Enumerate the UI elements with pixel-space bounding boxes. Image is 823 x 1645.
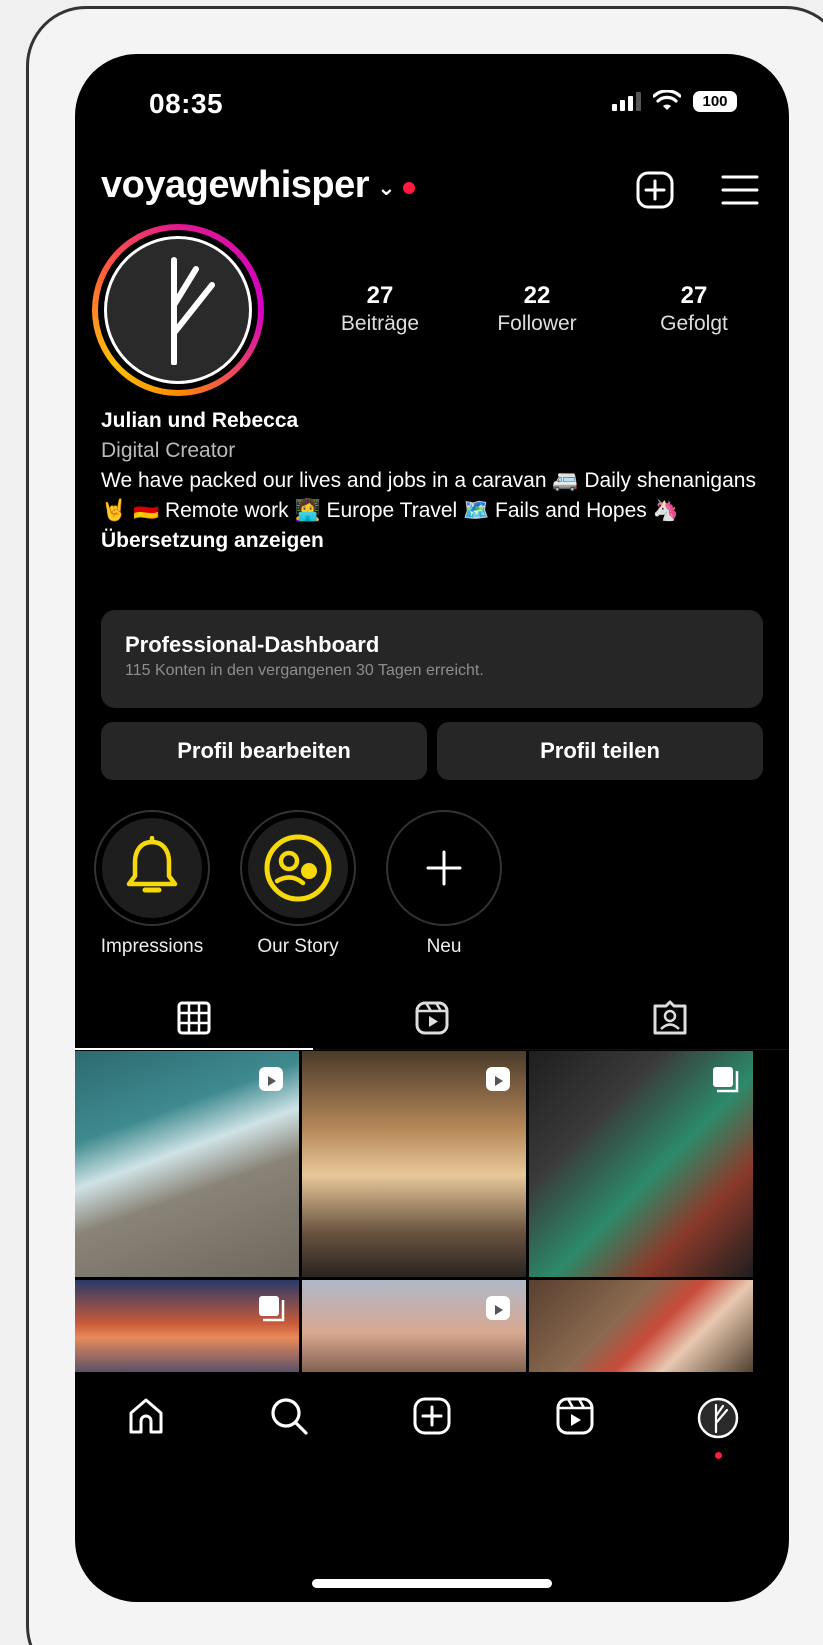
dashboard-title: Professional-Dashboard: [125, 632, 380, 657]
tab-tagged[interactable]: [551, 994, 789, 1050]
share-profile-button[interactable]: Profil teilen: [437, 722, 763, 780]
tab-posts[interactable]: [75, 994, 313, 1050]
professional-dashboard[interactable]: Professional-Dashboard 115 Konten in den…: [101, 610, 763, 708]
stat-label: Follower: [497, 312, 577, 335]
profile-avatar[interactable]: [92, 224, 264, 396]
stat-label: Gefolgt: [660, 312, 728, 335]
tab-reels[interactable]: [313, 994, 551, 1050]
profile-bio: Julian und Rebecca Digital Creator We ha…: [101, 406, 765, 556]
bottom-nav: [75, 1372, 789, 1472]
notification-dot: [403, 181, 415, 194]
rune-logo-icon: [171, 257, 215, 365]
stat-label: Beiträge: [340, 312, 420, 335]
post-thumbnail[interactable]: [302, 1051, 526, 1277]
phone-screen: 08:35 100 voyagewhisper ⌄ 27 Beiträge 22…: [75, 54, 789, 1602]
reels-icon: [556, 1397, 594, 1435]
post-thumbnail[interactable]: [529, 1051, 753, 1277]
reels-icon: [415, 1001, 449, 1035]
stat-posts[interactable]: 27 Beiträge: [315, 282, 445, 336]
plus-icon: [426, 850, 462, 886]
status-time: 08:35: [149, 88, 224, 119]
posts-grid: [75, 1051, 789, 1376]
highlight-label: Impressions: [100, 936, 204, 957]
signal-icon: [612, 91, 641, 111]
username: voyagewhisper: [101, 164, 370, 206]
face-icon: [264, 834, 332, 902]
highlight-impressions[interactable]: Impressions: [93, 810, 211, 958]
profile-stats: 27 Beiträge 22 Follower 27 Gefolgt: [315, 282, 759, 336]
translate-link[interactable]: Übersetzung anzeigen: [101, 526, 765, 556]
highlight-label: Our Story: [257, 936, 339, 957]
reel-badge-icon: [486, 1067, 510, 1091]
wifi-icon: [653, 90, 681, 110]
account-switcher[interactable]: voyagewhisper ⌄: [101, 164, 415, 207]
carousel-badge-icon: [259, 1296, 285, 1322]
battery-indicator: 100: [693, 90, 737, 112]
highlight-new[interactable]: Neu: [385, 810, 503, 958]
tagged-icon: [653, 1000, 687, 1035]
profile-icon: [697, 1397, 738, 1439]
bell-icon: [126, 836, 178, 893]
create-icon: [413, 1397, 451, 1435]
nav-reels[interactable]: [503, 1372, 646, 1472]
stat-value: 27: [680, 282, 708, 309]
nav-create[interactable]: [361, 1372, 504, 1472]
category-label: Digital Creator: [101, 439, 236, 462]
edit-profile-button[interactable]: Profil bearbeiten: [101, 722, 427, 780]
status-bar: 08:35 100: [75, 84, 789, 128]
nav-profile[interactable]: [646, 1372, 789, 1472]
profile-notification-dot: [714, 1452, 722, 1459]
chevron-down-icon: ⌄: [377, 174, 395, 200]
story-highlights: Impressions Our Story Neu: [93, 810, 503, 958]
bio-text: We have packed our lives and jobs in a c…: [101, 469, 756, 522]
stat-value: 27: [366, 282, 394, 309]
post-thumbnail[interactable]: [529, 1280, 753, 1376]
stat-following[interactable]: 27 Gefolgt: [629, 282, 759, 336]
nav-home[interactable]: [75, 1372, 218, 1472]
home-icon: [129, 1398, 163, 1434]
dashboard-subtitle: 115 Konten in den vergangenen 30 Tagen e…: [125, 662, 484, 679]
status-icons: 100: [612, 90, 737, 112]
highlight-our-story[interactable]: Our Story: [239, 810, 357, 958]
search-icon: [271, 1398, 308, 1435]
post-thumbnail[interactable]: [75, 1051, 299, 1277]
highlight-label: Neu: [426, 936, 462, 957]
carousel-badge-icon: [713, 1067, 739, 1093]
profile-actions: Profil bearbeiten Profil teilen: [101, 722, 763, 780]
create-post-icon[interactable]: [635, 170, 675, 210]
grid-icon: [177, 1001, 211, 1035]
menu-icon[interactable]: [721, 173, 759, 207]
stat-value: 22: [523, 282, 551, 309]
reel-badge-icon: [486, 1296, 510, 1320]
nav-search[interactable]: [218, 1372, 361, 1472]
stat-followers[interactable]: 22 Follower: [472, 282, 602, 336]
post-thumbnail[interactable]: [302, 1280, 526, 1376]
profile-header: voyagewhisper ⌄: [101, 164, 763, 224]
display-name: Julian und Rebecca: [101, 409, 299, 432]
reel-badge-icon: [259, 1067, 283, 1091]
profile-tabs: [75, 994, 789, 1050]
home-indicator[interactable]: [312, 1579, 552, 1588]
post-thumbnail[interactable]: [75, 1280, 299, 1376]
